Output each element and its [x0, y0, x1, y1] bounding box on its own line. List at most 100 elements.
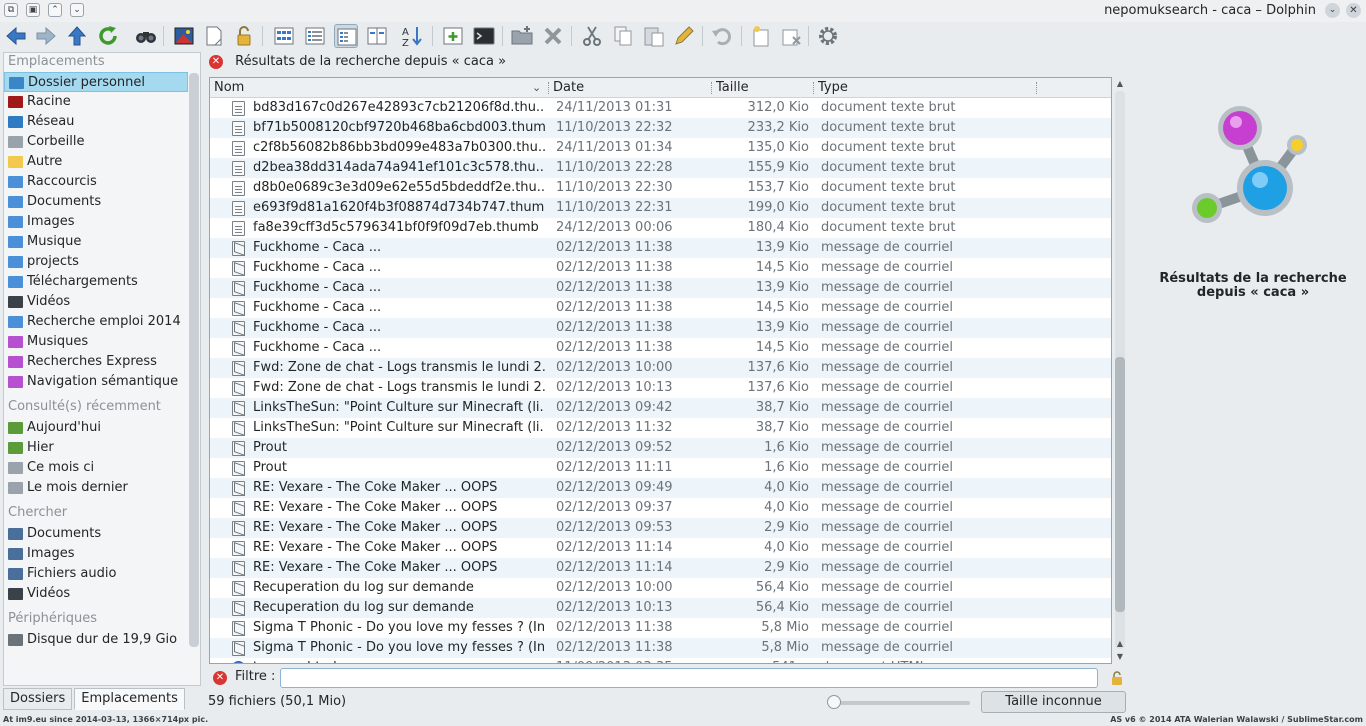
- scroll-up-icon[interactable]: ▲: [1115, 639, 1125, 649]
- sidebar-item[interactable]: Musiques: [4, 332, 200, 352]
- file-row[interactable]: Fuckhome - Caca ... 02/12/2013 11:38 13,9 …: [210, 318, 1111, 338]
- file-row[interactable]: Recuperation du log sur demande 02/12/201…: [210, 578, 1111, 598]
- sidebar-item[interactable]: Dossier personnel: [4, 72, 188, 92]
- file-row[interactable]: Fwd: Zone de chat - Logs transmis le lun…: [210, 378, 1111, 398]
- trash-empty-icon[interactable]: [779, 24, 803, 48]
- sidebar-item[interactable]: Recherches Express: [4, 352, 200, 372]
- find-icon[interactable]: [134, 24, 158, 48]
- zoom-slider[interactable]: [832, 701, 970, 705]
- settings-icon[interactable]: [816, 24, 840, 48]
- rename-icon[interactable]: [672, 24, 696, 48]
- details-view-icon[interactable]: [303, 24, 327, 48]
- sidebar-item[interactable]: Documents: [4, 192, 200, 212]
- sidebar-scrollbar[interactable]: [189, 73, 199, 647]
- column-date[interactable]: Date: [549, 78, 709, 98]
- sidebar-item[interactable]: Raccourcis: [4, 172, 200, 192]
- file-row[interactable]: Fwd: Zone de chat - Logs transmis le lun…: [210, 358, 1111, 378]
- file-row[interactable]: fa8e39cff3d5c5796341bf0f9f09d7eb.thumb 24…: [210, 218, 1111, 238]
- paste-icon[interactable]: [642, 24, 666, 48]
- file-row[interactable]: Fuckhome - Caca ... 02/12/2013 11:38 14,5 …: [210, 338, 1111, 358]
- file-row[interactable]: RE: Vexare - The Coke Maker ... OOPS 02/1…: [210, 518, 1111, 538]
- undo-icon[interactable]: [710, 24, 734, 48]
- file-row[interactable]: RE: Vexare - The Coke Maker ... OOPS 02/1…: [210, 478, 1111, 498]
- window-shade-icon[interactable]: ▣: [26, 3, 40, 17]
- sidebar-item[interactable]: Fichiers audio: [4, 564, 200, 584]
- split-view-icon[interactable]: [365, 24, 389, 48]
- sidebar-item[interactable]: Racine: [4, 92, 200, 112]
- sidebar-item[interactable]: Hier: [4, 438, 200, 458]
- file-row[interactable]: travaux.html 11/09/2013 03:35 541 o documen…: [210, 658, 1111, 663]
- close-filter-icon[interactable]: ✕: [213, 671, 227, 685]
- file-row[interactable]: RE: Vexare - The Coke Maker ... OOPS 02/1…: [210, 558, 1111, 578]
- file-row[interactable]: LinksTheSun: "Point Culture sur Minecraf…: [210, 418, 1111, 438]
- file-row[interactable]: d8b0e0689c3e3d09e62e55d5bdeddf2e.thu... 1…: [210, 178, 1111, 198]
- file-row[interactable]: RE: Vexare - The Coke Maker ... OOPS 02/1…: [210, 498, 1111, 518]
- keep-above-icon[interactable]: ⌃: [48, 3, 62, 17]
- delete-icon[interactable]: [541, 24, 565, 48]
- compact-view-icon[interactable]: [334, 24, 358, 48]
- file-row[interactable]: e693f9d81a1620f4b3f08874d734b747.thumb 11…: [210, 198, 1111, 218]
- file-row[interactable]: bd83d167c0d267e42893c7cb21206f8d.thu... 2…: [210, 98, 1111, 118]
- column-name[interactable]: Nom: [210, 78, 550, 98]
- window-menu-icon[interactable]: ⧉: [4, 3, 18, 17]
- column-type[interactable]: Type: [814, 78, 1034, 98]
- icons-view-icon[interactable]: [272, 24, 296, 48]
- file-row[interactable]: RE: Vexare - The Coke Maker ... OOPS 02/1…: [210, 538, 1111, 558]
- file-row[interactable]: Fuckhome - Caca ... 02/12/2013 11:38 13,9 …: [210, 278, 1111, 298]
- sidebar-item[interactable]: Téléchargements: [4, 272, 200, 292]
- tab-dossiers[interactable]: Dossiers: [3, 688, 73, 710]
- sidebar-item[interactable]: Réseau: [4, 112, 200, 132]
- sidebar-item[interactable]: Autre: [4, 152, 200, 172]
- minimize-icon[interactable]: ⌄: [1325, 3, 1340, 18]
- sidebar-item[interactable]: Recherche emploi 2014: [4, 312, 200, 332]
- sidebar-item[interactable]: Images: [4, 212, 200, 232]
- back-icon[interactable]: [4, 24, 28, 48]
- sidebar-item[interactable]: Musique: [4, 232, 200, 252]
- sidebar-item[interactable]: Vidéos: [4, 292, 200, 312]
- sidebar-item[interactable]: Navigation sémantique: [4, 372, 200, 392]
- file-row[interactable]: Recuperation du log sur demande 02/12/201…: [210, 598, 1111, 618]
- column-size[interactable]: Taille: [712, 78, 812, 98]
- scroll-up-icon[interactable]: ▲: [1115, 79, 1125, 89]
- preview-icon[interactable]: [172, 24, 196, 48]
- sidebar-item[interactable]: Vidéos: [4, 584, 200, 604]
- file-row[interactable]: Fuckhome - Caca ... 02/12/2013 11:38 13,9 …: [210, 238, 1111, 258]
- filter-input[interactable]: [280, 668, 1098, 688]
- sidebar-item[interactable]: Aujourd'hui: [4, 418, 200, 438]
- tab-emplacements[interactable]: Emplacements: [74, 688, 185, 710]
- scrollbar-thumb[interactable]: [1115, 357, 1125, 612]
- forward-icon[interactable]: [34, 24, 58, 48]
- keep-below-icon[interactable]: ⌄: [70, 3, 84, 17]
- file-row[interactable]: LinksTheSun: "Point Culture sur Minecraf…: [210, 398, 1111, 418]
- up-icon[interactable]: [65, 24, 89, 48]
- close-icon[interactable]: ✕: [1346, 3, 1361, 18]
- column-separator[interactable]: [1036, 82, 1037, 94]
- copy-icon[interactable]: [611, 24, 635, 48]
- file-row[interactable]: Sigma T Phonic - Do you love my fesses ?…: [210, 638, 1111, 658]
- space-info-button[interactable]: Taille inconnue: [981, 691, 1126, 713]
- close-search-icon[interactable]: ✕: [209, 54, 223, 69]
- sidebar-item[interactable]: Disque dur de 19,9 Gio: [4, 630, 200, 650]
- file-row[interactable]: Fuckhome - Caca ... 02/12/2013 11:38 14,5 …: [210, 298, 1111, 318]
- sidebar-item[interactable]: Images: [4, 544, 200, 564]
- sidebar-item[interactable]: projects: [4, 252, 200, 272]
- file-row[interactable]: bf71b5008120cbf9720b468ba6cbd003.thumb 11…: [210, 118, 1111, 138]
- new-tab-icon[interactable]: [441, 24, 465, 48]
- new-file-icon[interactable]: [749, 24, 773, 48]
- scroll-down-icon[interactable]: ▼: [1115, 652, 1125, 662]
- file-row[interactable]: Prout 02/12/2013 09:52 1,6 Kio message de c…: [210, 438, 1111, 458]
- sort-icon[interactable]: AZ: [400, 24, 424, 49]
- file-row[interactable]: d2bea38dd314ada74a941ef101c3c578.thu... 1…: [210, 158, 1111, 178]
- new-document-icon[interactable]: [202, 24, 226, 48]
- file-view-scrollbar[interactable]: ▲ ▲ ▼: [1113, 77, 1127, 664]
- sidebar-item[interactable]: Ce mois ci: [4, 458, 200, 478]
- cut-icon[interactable]: [580, 24, 604, 48]
- sidebar-item[interactable]: Le mois dernier: [4, 478, 200, 498]
- file-row[interactable]: Prout 02/12/2013 11:11 1,6 Kio message de c…: [210, 458, 1111, 478]
- new-folder-icon[interactable]: [510, 24, 534, 48]
- file-row[interactable]: Sigma T Phonic - Do you love my fesses ?…: [210, 618, 1111, 638]
- terminal-icon[interactable]: [472, 24, 496, 48]
- sidebar-item[interactable]: Corbeille: [4, 132, 200, 152]
- file-row[interactable]: Fuckhome - Caca ... 02/12/2013 11:38 14,5 …: [210, 258, 1111, 278]
- lock-icon[interactable]: [232, 24, 256, 48]
